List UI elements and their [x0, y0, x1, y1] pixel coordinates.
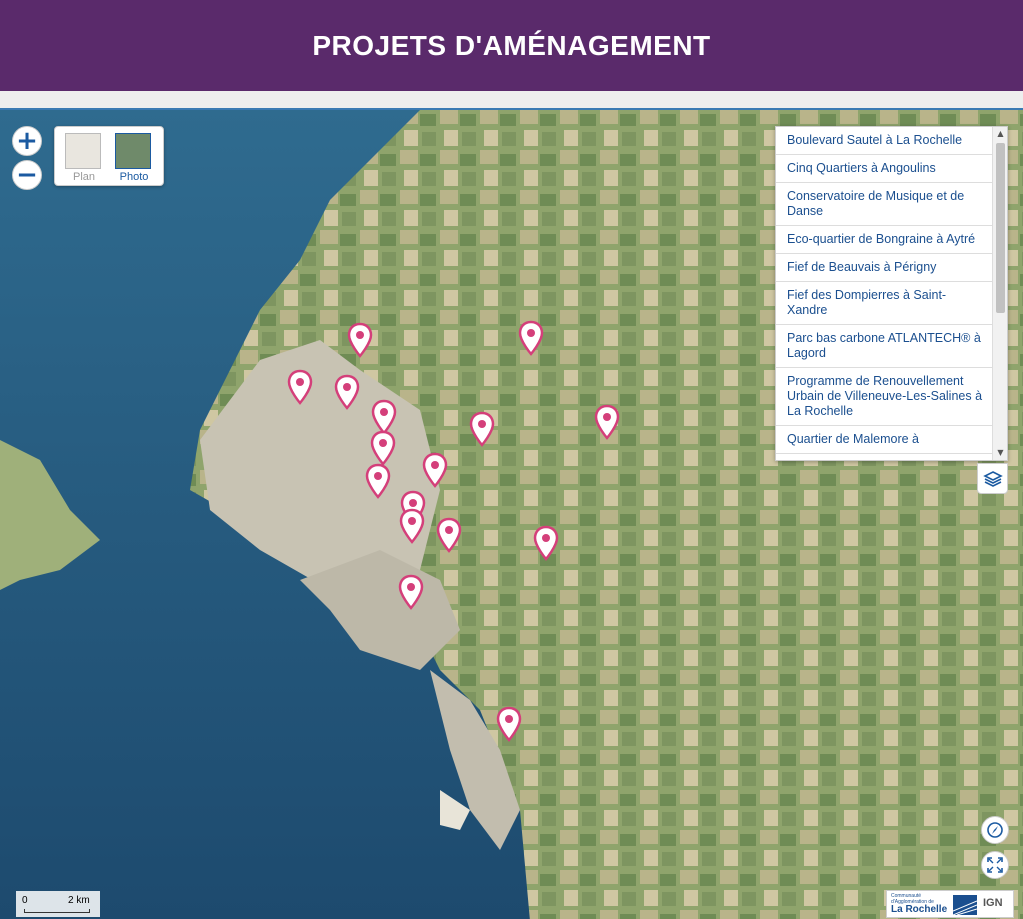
plus-icon: + [16, 126, 38, 156]
zoom-out-button[interactable]: − [12, 160, 42, 190]
basemap-plan-label: Plan [72, 171, 96, 183]
project-marker[interactable] [370, 430, 396, 466]
app-header: PROJETS D'AMÉNAGEMENT [0, 0, 1023, 91]
map-pin-icon [469, 411, 495, 447]
fullscreen-icon [987, 857, 1003, 873]
map-pin-icon [287, 369, 313, 405]
basemap-plan[interactable]: Plan [65, 133, 103, 183]
map-pin-icon [594, 404, 620, 440]
scale-start-label: 0 [22, 895, 28, 906]
project-marker[interactable] [399, 508, 425, 544]
project-list-item[interactable]: Cinq Quartiers à Angoulins [776, 155, 994, 183]
project-marker[interactable] [334, 374, 360, 410]
project-marker[interactable] [287, 369, 313, 405]
fullscreen-button[interactable] [981, 851, 1009, 879]
map-pin-icon [398, 574, 424, 610]
compass-icon [987, 822, 1003, 838]
project-list-item[interactable]: Quartier de Malemore à [776, 426, 994, 454]
project-list-item[interactable]: Fief de Beauvais à Périgny [776, 254, 994, 282]
project-list-item[interactable]: Fief des Dompierres à Saint-Xandre [776, 282, 994, 325]
basemap-photo[interactable]: Photo [115, 133, 153, 183]
map-pin-icon [533, 525, 559, 561]
project-marker[interactable] [422, 452, 448, 488]
project-marker[interactable] [594, 404, 620, 440]
project-marker[interactable] [496, 706, 522, 742]
project-marker[interactable] [398, 574, 424, 610]
project-list-item[interactable]: Programme de Renouvellement Urbain de Vi… [776, 368, 994, 426]
agglo-name: La Rochelle [891, 904, 948, 915]
scroll-up-icon[interactable]: ▲ [993, 127, 1007, 141]
map-pin-icon [422, 452, 448, 488]
project-list-scrollbar[interactable]: ▲ ▼ [992, 127, 1007, 460]
header-separator [0, 91, 1023, 108]
project-list-item[interactable]: Eco-quartier de Bongraine à Aytré [776, 226, 994, 254]
project-list: Boulevard Sautel à La Rochelle Cinq Quar… [776, 127, 994, 454]
zoom-in-button[interactable]: + [12, 126, 42, 156]
attribution: Communauté d'Agglomération de La Rochell… [886, 890, 1014, 918]
project-list-item[interactable]: Boulevard Sautel à La Rochelle [776, 127, 994, 155]
project-marker[interactable] [436, 517, 462, 553]
scale-bar: 0 2 km [16, 891, 100, 917]
map-pin-icon [370, 430, 396, 466]
minus-icon: − [16, 160, 38, 190]
page-title: PROJETS D'AMÉNAGEMENT [312, 29, 711, 61]
map-pin-icon [518, 320, 544, 356]
agglo-emblem-icon [953, 895, 977, 915]
project-list-panel: Boulevard Sautel à La Rochelle Cinq Quar… [775, 126, 1008, 461]
map-pin-icon [399, 508, 425, 544]
project-marker[interactable] [347, 322, 373, 358]
scale-end-label: 2 km [68, 895, 90, 906]
map-pin-icon [334, 374, 360, 410]
plan-thumbnail [65, 133, 101, 169]
project-list-item[interactable]: Parc bas carbone ATLANTECH® à Lagord [776, 325, 994, 368]
project-marker[interactable] [469, 411, 495, 447]
basemap-switcher: Plan Photo [54, 126, 164, 186]
map-view[interactable]: + − Plan Photo Boulevard Sautel à La Roc… [0, 108, 1023, 919]
agglo-logo: Communauté d'Agglomération de La Rochell… [891, 893, 951, 917]
map-pin-icon [365, 463, 391, 499]
layers-button[interactable] [977, 463, 1008, 494]
ign-logo: IGN [983, 897, 1003, 909]
basemap-photo-label: Photo [119, 171, 149, 183]
photo-thumbnail [115, 133, 151, 169]
scroll-thumb[interactable] [996, 143, 1005, 313]
project-list-item[interactable]: Conservatoire de Musique et de Danse [776, 183, 994, 226]
map-pin-icon [347, 322, 373, 358]
layers-icon [982, 470, 1003, 487]
map-pin-icon [496, 706, 522, 742]
project-marker[interactable] [518, 320, 544, 356]
map-pin-icon [436, 517, 462, 553]
scale-line [24, 909, 90, 913]
scroll-down-icon[interactable]: ▼ [993, 446, 1007, 460]
rotate-reset-button[interactable] [981, 816, 1009, 844]
project-marker[interactable] [533, 525, 559, 561]
project-marker[interactable] [365, 463, 391, 499]
